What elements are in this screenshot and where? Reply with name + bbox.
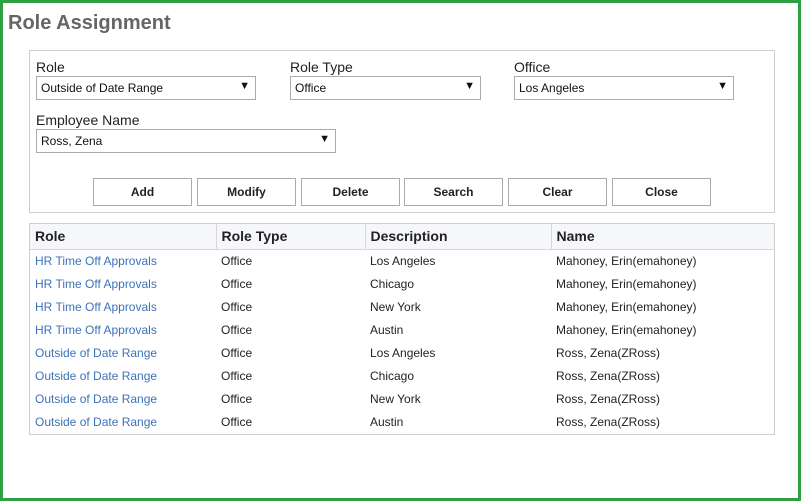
chevron-down-icon: ▼ xyxy=(239,80,250,92)
employee-name-label: Employee Name xyxy=(36,112,140,128)
page-title: Role Assignment xyxy=(8,12,171,34)
role-type-cell: Office xyxy=(221,276,253,291)
description-cell: Los Angeles xyxy=(370,253,436,268)
role-type-cell: Office xyxy=(221,368,253,383)
role-link[interactable]: Outside of Date Range xyxy=(30,387,216,410)
delete-button[interactable]: Delete xyxy=(301,178,400,206)
role-select[interactable]: Outside of Date Range ▼ xyxy=(36,76,256,100)
table-row: HR Time Off Approvals Office New York Ma… xyxy=(30,295,774,318)
table-row: Outside of Date Range Office New York Ro… xyxy=(30,387,774,410)
role-label: Role xyxy=(36,59,65,75)
office-select-value: Los Angeles xyxy=(519,81,585,95)
column-header-role-type[interactable]: Role Type xyxy=(216,224,366,250)
description-cell: Austin xyxy=(370,322,404,337)
role-type-cell: Office xyxy=(221,322,253,337)
role-type-select-value: Office xyxy=(295,81,327,95)
name-cell: Ross, Zena(ZRoss) xyxy=(556,414,661,429)
search-button[interactable]: Search xyxy=(404,178,503,206)
add-button[interactable]: Add xyxy=(93,178,192,206)
office-label: Office xyxy=(514,59,551,75)
table-row: HR Time Off Approvals Office Los Angeles… xyxy=(30,249,774,272)
chevron-down-icon: ▼ xyxy=(464,80,475,92)
role-link[interactable]: Outside of Date Range xyxy=(30,410,216,433)
name-cell: Mahoney, Erin(emahoney) xyxy=(556,322,697,337)
role-type-cell: Office xyxy=(221,414,253,429)
clear-button[interactable]: Clear xyxy=(508,178,607,206)
name-cell: Mahoney, Erin(emahoney) xyxy=(556,299,697,314)
column-header-description[interactable]: Description xyxy=(365,224,552,250)
close-button[interactable]: Close xyxy=(612,178,711,206)
role-type-label: Role Type xyxy=(290,59,353,75)
role-type-select[interactable]: Office ▼ xyxy=(290,76,481,100)
role-link[interactable]: HR Time Off Approvals xyxy=(30,295,216,318)
table-row: Outside of Date Range Office Chicago Ros… xyxy=(30,364,774,387)
role-type-cell: Office xyxy=(221,345,253,360)
description-cell: Los Angeles xyxy=(370,345,436,360)
description-cell: Chicago xyxy=(370,368,415,383)
description-cell: Chicago xyxy=(370,276,415,291)
table-header-row: Role Role Type Description Name xyxy=(30,224,774,250)
chevron-down-icon: ▼ xyxy=(319,133,330,145)
role-link[interactable]: HR Time Off Approvals xyxy=(30,249,216,272)
app-frame: Role Assignment Role Outside of Date Ran… xyxy=(0,0,801,501)
role-link[interactable]: Outside of Date Range xyxy=(30,364,216,387)
modify-button[interactable]: Modify xyxy=(197,178,296,206)
column-header-role[interactable]: Role xyxy=(30,224,217,250)
employee-name-select[interactable]: Ross, Zena ▼ xyxy=(36,129,336,153)
description-cell: New York xyxy=(370,299,421,314)
role-select-value: Outside of Date Range xyxy=(41,81,164,95)
chevron-down-icon: ▼ xyxy=(717,80,728,92)
table-row: HR Time Off Approvals Office Chicago Mah… xyxy=(30,272,774,295)
description-cell: New York xyxy=(370,391,421,406)
name-cell: Ross, Zena(ZRoss) xyxy=(556,391,661,406)
role-link[interactable]: HR Time Off Approvals xyxy=(30,272,216,295)
name-cell: Mahoney, Erin(emahoney) xyxy=(556,253,697,268)
name-cell: Mahoney, Erin(emahoney) xyxy=(556,276,697,291)
office-select[interactable]: Los Angeles ▼ xyxy=(514,76,734,100)
name-cell: Ross, Zena(ZRoss) xyxy=(556,368,661,383)
table-row: HR Time Off Approvals Office Austin Maho… xyxy=(30,318,774,341)
name-cell: Ross, Zena(ZRoss) xyxy=(556,345,661,360)
column-header-name[interactable]: Name xyxy=(551,224,774,250)
role-type-cell: Office xyxy=(221,253,253,268)
role-type-cell: Office xyxy=(221,299,253,314)
employee-name-select-value: Ross, Zena xyxy=(41,134,103,148)
table-row: Outside of Date Range Office Austin Ross… xyxy=(30,410,774,433)
filter-panel: Role Outside of Date Range ▼ Role Type O… xyxy=(29,50,775,213)
description-cell: Austin xyxy=(370,414,404,429)
table-row: Outside of Date Range Office Los Angeles… xyxy=(30,341,774,364)
role-link[interactable]: Outside of Date Range xyxy=(30,341,216,364)
role-link[interactable]: HR Time Off Approvals xyxy=(30,318,216,341)
role-assignment-table: Role Role Type Description Name HR Time … xyxy=(29,223,775,435)
role-type-cell: Office xyxy=(221,391,253,406)
